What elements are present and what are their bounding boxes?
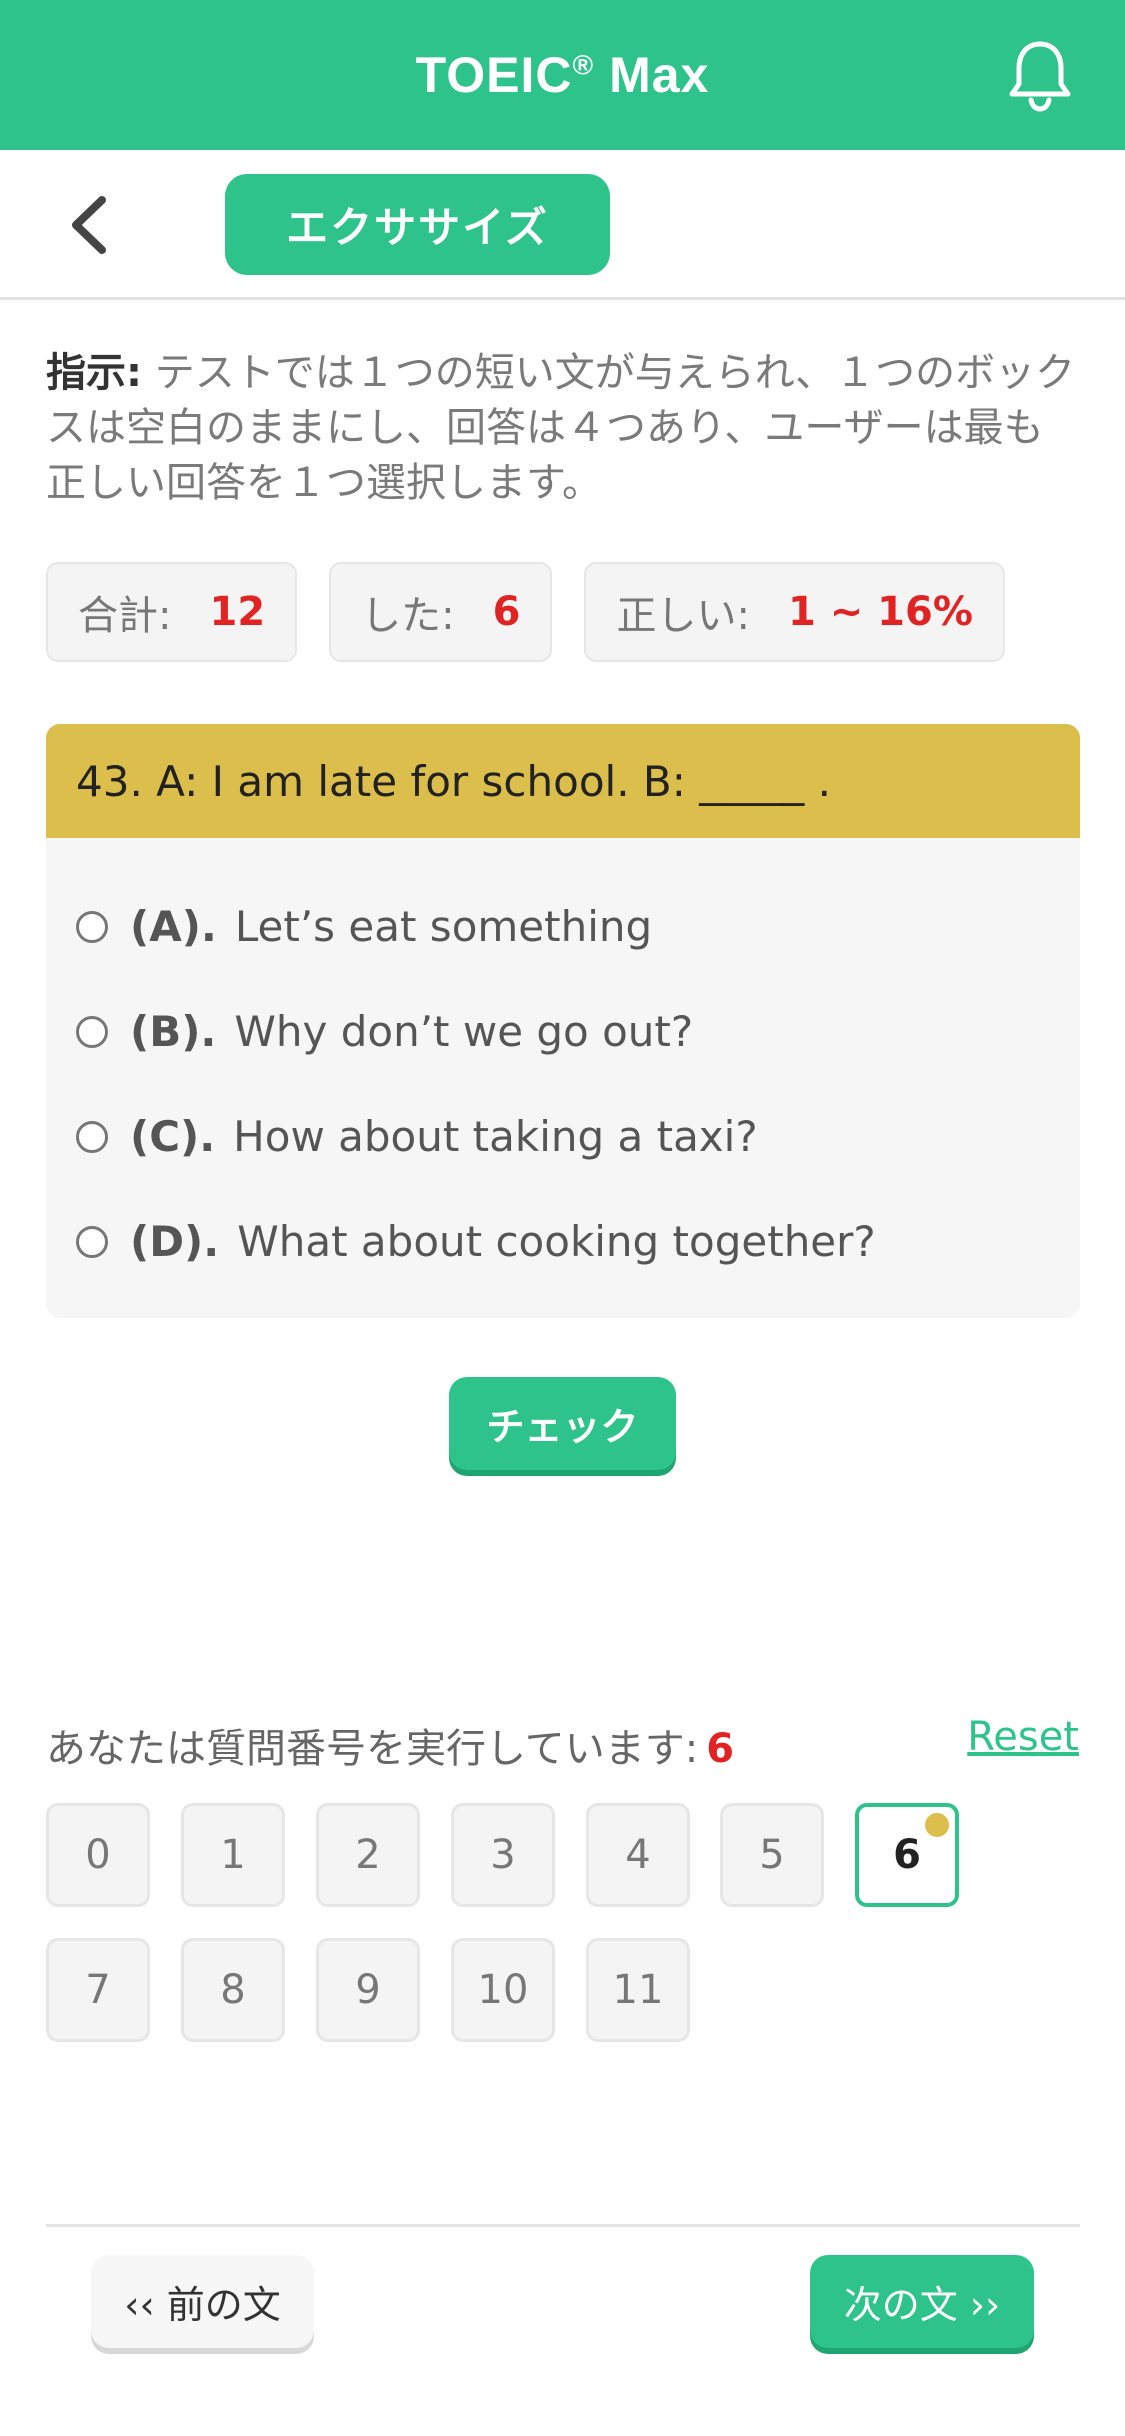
tab-exercise[interactable]: エクササイズ — [225, 174, 610, 275]
stat-correct: 正しい: 1 ~ 16% — [584, 562, 1005, 662]
bell-icon[interactable] — [1007, 38, 1073, 112]
question-number-2[interactable]: 2 — [316, 1803, 420, 1907]
reset-link[interactable]: Reset — [967, 1714, 1079, 1760]
stat-done: した: 6 — [329, 562, 553, 662]
option-c[interactable]: (C). How about taking a taxi? — [46, 1084, 1080, 1189]
instructions-text: テストでは１つの短い文が与えられ、１つのボックスは空白のままにし、回答は４つあり… — [46, 350, 1076, 506]
prev-sentence-button[interactable]: ‹‹ 前の文 — [91, 2255, 314, 2348]
progress-label: あなたは質問番号を実行しています: 6 — [46, 1726, 735, 1772]
radio-button[interactable] — [76, 1120, 108, 1153]
stats-row: 合計: 12 した: 6 正しい: 1 ~ 16% — [46, 562, 1005, 662]
question-text: 43. A: I am late for school. B: _____ . — [46, 724, 1080, 838]
current-question-number: 6 — [706, 1726, 735, 1772]
question-number-11[interactable]: 11 — [586, 1938, 690, 2042]
question-number-8[interactable]: 8 — [181, 1938, 285, 2042]
question-number-0[interactable]: 0 — [46, 1803, 150, 1907]
option-b[interactable]: (B). Why don’t we go out? — [46, 979, 1080, 1084]
option-d[interactable]: (D). What about cooking together? — [46, 1189, 1080, 1294]
question-number-3[interactable]: 3 — [451, 1803, 555, 1907]
app-title: TOEIC® Max — [415, 47, 710, 103]
footer-divider — [46, 2224, 1080, 2227]
radio-button[interactable] — [76, 1225, 108, 1258]
question-number-9[interactable]: 9 — [316, 1938, 420, 2042]
question-number-4[interactable]: 4 — [586, 1803, 690, 1907]
top-bar: エクササイズ — [0, 150, 1125, 300]
option-a[interactable]: (A). Let’s eat something — [46, 874, 1080, 979]
chevron-left-icon[interactable] — [60, 190, 120, 260]
instructions: 指示: テストでは１つの短い文が与えられ、１つのボックスは空白のままにし、回答は… — [46, 346, 1076, 511]
question-number-5[interactable]: 5 — [720, 1803, 824, 1907]
radio-button[interactable] — [76, 910, 108, 943]
current-marker-dot — [925, 1813, 949, 1837]
stat-correct-value: 1 ~ 16% — [787, 589, 973, 635]
stat-total-value: 12 — [209, 589, 266, 635]
question-number-7[interactable]: 7 — [46, 1938, 150, 2042]
answer-options: (A). Let’s eat something (B). Why don’t … — [46, 838, 1080, 1294]
instructions-lead: 指示: — [46, 350, 142, 396]
question-number-6[interactable]: 6 — [855, 1803, 959, 1907]
question-number-1[interactable]: 1 — [181, 1803, 285, 1907]
app-header: TOEIC® Max — [0, 0, 1125, 150]
next-sentence-button[interactable]: 次の文 ›› — [810, 2255, 1034, 2348]
question-number-10[interactable]: 10 — [451, 1938, 555, 2042]
stat-total: 合計: 12 — [46, 562, 298, 662]
radio-button[interactable] — [76, 1015, 108, 1048]
check-button[interactable]: チェック — [449, 1377, 676, 1470]
stat-done-value: 6 — [492, 589, 521, 635]
question-card: 43. A: I am late for school. B: _____ . … — [46, 724, 1080, 1318]
